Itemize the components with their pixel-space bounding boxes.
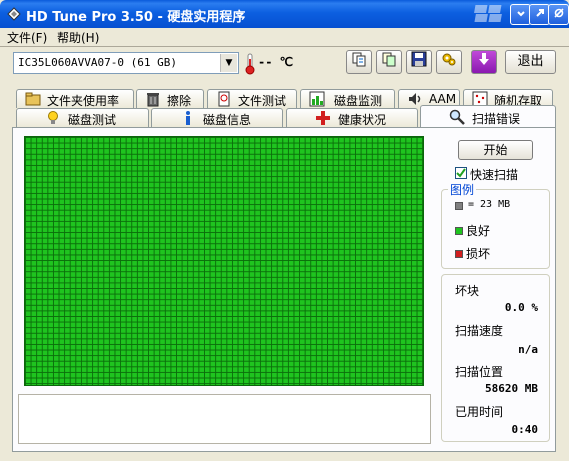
scan-block-grid [24, 136, 424, 386]
download-arrow-icon [479, 53, 489, 65]
scan-speed-value: n/a [518, 343, 538, 356]
restore-icon [535, 9, 544, 17]
legend-good: 良好 [466, 224, 491, 238]
menu-file[interactable]: 文件(F) [7, 29, 47, 46]
dropdown-arrow-icon[interactable]: ▼ [220, 54, 237, 72]
bad-blocks-label: 坏块 [455, 284, 480, 298]
legend-title: 图例 [448, 181, 477, 198]
legend-block-size: = 23 MB [468, 199, 511, 210]
tab-folder-usage[interactable]: 文件夹使用率 [16, 89, 134, 108]
bad-swatch [455, 250, 463, 258]
tab-label: 文件夹使用率 [47, 94, 120, 108]
bulb-icon [48, 111, 58, 124]
health-cross-icon [316, 111, 330, 125]
copy-icon [352, 52, 366, 67]
drive-select[interactable]: IC35L060AVVA07-0 (61 GB) ▼ [13, 52, 239, 74]
tab-file-test[interactable]: 文件测试 [207, 89, 297, 108]
options-button[interactable] [436, 50, 462, 74]
minimize-icon [516, 11, 525, 17]
magnifier-icon [449, 109, 465, 125]
tab-health[interactable]: 健康状况 [286, 108, 418, 127]
scan-position-label: 扫描位置 [455, 365, 504, 379]
tab-label: 扫描错误 [472, 112, 521, 126]
info-icon [186, 111, 190, 125]
block-size-swatch [455, 202, 463, 210]
copy-all-icon [382, 52, 396, 67]
gears-icon [442, 53, 456, 66]
download-button[interactable] [471, 50, 497, 74]
tab-error-scan[interactable]: 扫描错误 [420, 105, 556, 127]
scan-position-value: 58620 MB [485, 382, 538, 395]
scan-speed-label: 扫描速度 [455, 324, 504, 338]
thermometer-icon [245, 53, 255, 75]
copy-info-button[interactable] [346, 50, 372, 74]
quick-scan-checkbox[interactable] [455, 167, 467, 179]
elapsed-time-value: 0:40 [511, 423, 539, 436]
scan-log-area [18, 394, 431, 444]
tab-label: 健康状况 [338, 113, 387, 127]
menu-bar: 文件(F) 帮助(H) [0, 28, 569, 46]
quick-scan-label[interactable]: 快速扫描 [470, 166, 518, 183]
toolbar: IC35L060AVVA07-0 (61 GB) ▼ -- ℃ 退出 [0, 47, 569, 83]
close-icon [553, 8, 564, 18]
elapsed-time-label: 已用时间 [455, 405, 504, 419]
tab-benchmark[interactable]: 磁盘测试 [16, 108, 149, 127]
tab-label: AAM [429, 92, 457, 106]
tab-label: 文件测试 [238, 94, 287, 108]
drive-select-value: IC35L060AVVA07-0 (61 GB) [18, 56, 177, 69]
maximize-button[interactable] [529, 4, 550, 25]
tab-label: 磁盘测试 [68, 113, 117, 127]
bad-blocks-value: 0.0 % [504, 301, 538, 314]
tab-disk-monitor[interactable]: 磁盘监测 [300, 89, 395, 108]
menu-help[interactable]: 帮助(H) [57, 29, 99, 46]
app-icon [7, 7, 21, 21]
tab-erase[interactable]: 擦除 [136, 89, 204, 108]
tab-label: 磁盘监测 [334, 94, 383, 108]
minimize-button[interactable] [510, 4, 531, 25]
folder-icon [25, 92, 41, 106]
tab-label: 磁盘信息 [203, 113, 252, 127]
floppy-disk-icon [411, 51, 427, 67]
temperature-readout: -- ℃ [258, 55, 294, 69]
trash-icon [147, 93, 159, 107]
window-title: HD Tune Pro 3.50 - 硬盘实用程序 [26, 10, 246, 25]
title-bar: HD Tune Pro 3.50 - 硬盘实用程序 [0, 0, 569, 28]
legend-bad: 损坏 [466, 247, 491, 261]
good-swatch [455, 227, 463, 235]
checkmark-icon [456, 168, 466, 178]
copy-all-button[interactable] [376, 50, 402, 74]
windows-logo-decoration [474, 5, 502, 22]
chart-icon [309, 91, 325, 107]
close-button[interactable] [548, 4, 569, 25]
file-test-icon [218, 91, 230, 107]
save-button[interactable] [406, 50, 432, 74]
tab-disk-info[interactable]: 磁盘信息 [151, 108, 283, 127]
exit-button[interactable]: 退出 [505, 50, 556, 74]
tab-label: 擦除 [167, 94, 192, 108]
start-button[interactable]: 开始 [458, 140, 533, 160]
